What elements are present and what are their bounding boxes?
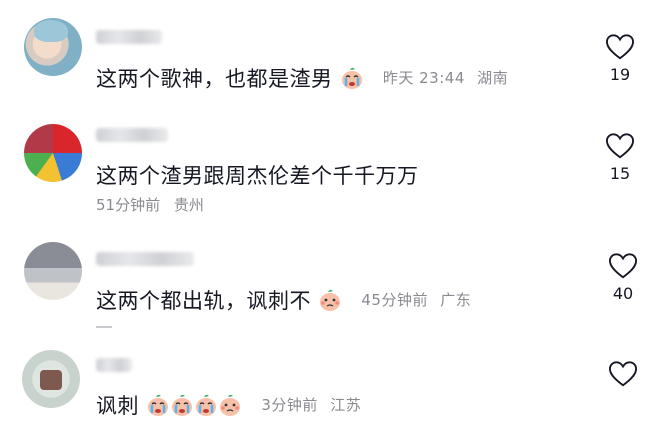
sad-emoji [218, 393, 242, 417]
crying-emoji [170, 393, 194, 417]
comment-time: 51分钟前 [96, 196, 161, 214]
like-count: 40 [612, 284, 634, 303]
avatar[interactable] [24, 18, 82, 76]
like-button[interactable]: 19 [600, 33, 640, 84]
crying-emoji [146, 393, 170, 417]
comment-time: 45分钟前 [361, 291, 428, 309]
comment-text-row: 讽刺 3分钟前 江苏 [96, 390, 361, 420]
username-blurred[interactable] [96, 252, 194, 266]
sad-emoji [318, 288, 342, 312]
comment-location: 湖南 [477, 69, 509, 87]
heart-outline-icon [605, 133, 635, 159]
heart-outline-icon [608, 361, 638, 387]
username-blurred[interactable] [96, 358, 132, 372]
comment-text: 这两个都出轨，讽刺不 [96, 289, 311, 313]
comment-location: 贵州 [173, 196, 204, 214]
comment-meta: 3分钟前 江苏 [261, 394, 361, 415]
comment-time: 昨天 23:44 [382, 69, 465, 87]
comment-text-row: 这两个歌神，也都是渣男 昨天 23:44 湖南 [96, 63, 508, 93]
avatar[interactable] [24, 242, 82, 300]
heart-outline-icon [608, 253, 638, 279]
comment-meta: 45分钟前 广东 [361, 289, 471, 310]
heart-outline-icon [605, 34, 635, 60]
crying-emoji [194, 393, 218, 417]
username-blurred[interactable] [96, 30, 162, 44]
like-count: 15 [609, 164, 631, 183]
comment-text-row: 这两个都出轨，讽刺不 45分钟前 广东 [96, 285, 471, 315]
comment-meta: 51分钟前 贵州 [96, 194, 204, 215]
like-button[interactable]: 15 [600, 132, 640, 183]
comment-meta: 昨天 23:44 湖南 [383, 67, 508, 88]
divider [96, 326, 112, 328]
like-button[interactable]: 40 [603, 252, 643, 303]
avatar[interactable] [24, 124, 82, 182]
avatar-figure [40, 370, 62, 390]
like-button[interactable] [603, 360, 643, 388]
comment-text: 这两个渣男跟周杰伦差个千千万万 [96, 164, 419, 188]
crying-emoji [340, 66, 364, 90]
username-blurred[interactable] [96, 128, 168, 142]
comment-location: 江苏 [330, 396, 362, 414]
comment-text: 这两个歌神，也都是渣男 [96, 67, 333, 91]
comment-time: 3分钟前 [261, 396, 318, 414]
comment-text: 讽刺 [96, 394, 139, 418]
comment-location: 广东 [440, 291, 472, 309]
like-count: 19 [609, 65, 631, 84]
avatar[interactable] [22, 350, 80, 408]
